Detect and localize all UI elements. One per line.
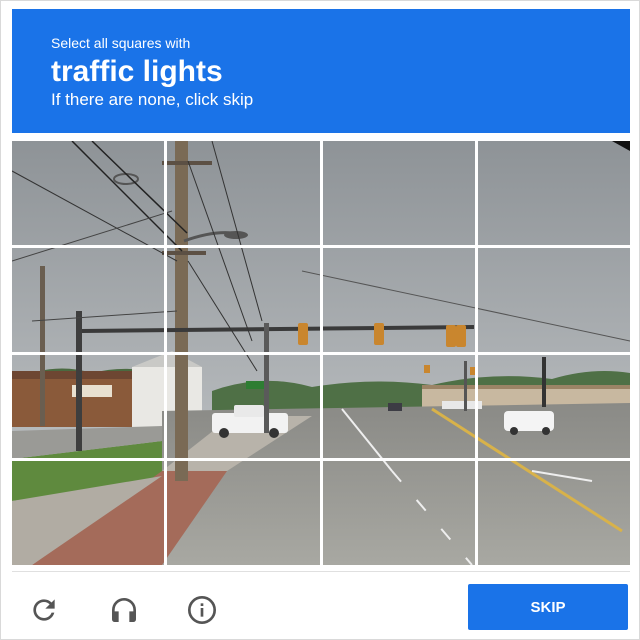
image-tile[interactable] [167,354,320,459]
target-object-label: traffic lights [51,55,223,88]
image-tile[interactable] [477,354,630,459]
instruction-text: Select all squares with [51,35,191,51]
street-scene-image [167,141,320,245]
street-scene-image [167,247,320,352]
street-scene-image [477,247,630,352]
image-tile[interactable] [167,141,320,245]
street-scene-image [167,461,320,565]
captcha-footer: SKIP [12,571,630,635]
street-scene-image [12,141,165,245]
image-tile[interactable] [477,461,630,565]
info-icon [188,596,216,624]
image-tile[interactable] [12,461,165,565]
image-grid [12,141,630,565]
instruction-subtext: If there are none, click skip [51,90,254,109]
image-tile[interactable] [322,141,475,245]
instruction-banner: Select all squares with traffic lights I… [12,9,630,133]
captcha-frame: Select all squares with traffic lights I… [0,0,640,640]
street-scene-image [477,354,630,459]
street-scene-image [477,461,630,565]
image-tile[interactable] [167,461,320,565]
street-scene-image [322,247,475,352]
street-scene-image [322,461,475,565]
reload-button[interactable] [26,592,62,628]
image-tile[interactable] [322,461,475,565]
reload-icon [33,599,55,621]
street-scene-image [322,141,475,245]
image-tile[interactable] [12,247,165,352]
image-tile[interactable] [477,141,630,245]
street-scene-image [322,354,475,459]
image-tile[interactable] [477,247,630,352]
audio-challenge-button[interactable] [106,592,142,628]
street-scene-image [12,354,165,459]
image-tile[interactable] [167,247,320,352]
image-tile[interactable] [12,141,165,245]
street-scene-image [167,354,320,459]
street-scene-image [12,461,165,565]
skip-button[interactable]: SKIP [468,584,628,630]
image-tile[interactable] [322,247,475,352]
image-tile[interactable] [12,354,165,459]
street-scene-image [12,247,165,352]
headphones-icon [112,598,136,622]
info-button[interactable] [184,592,220,628]
street-scene-image [477,141,630,245]
image-tile[interactable] [322,354,475,459]
